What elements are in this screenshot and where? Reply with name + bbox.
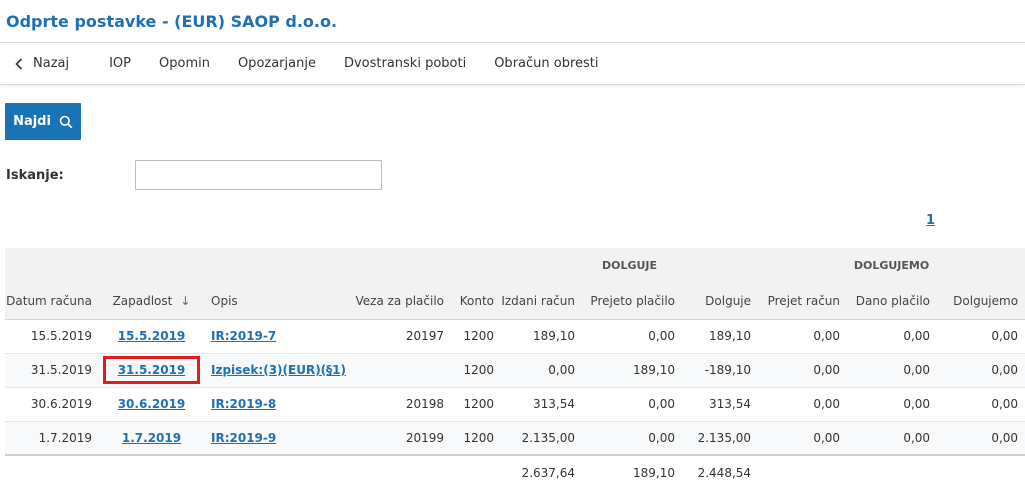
group-dolguje: DOLGUJE <box>601 259 658 272</box>
toolbar: Nazaj IOP Opomin Opozarjanje Dvostranski… <box>0 43 1025 85</box>
cell-dano: 0,00 <box>903 397 931 411</box>
col-izdani-racun[interactable]: Izdani račun <box>501 283 582 319</box>
back-label: Nazaj <box>33 56 70 71</box>
open-items-table: DOLGUJE DOLGUJEMO Datum računa Zapadlost… <box>5 248 1025 489</box>
cell-dolguje: 313,54 <box>709 397 752 411</box>
col-veza-za-placilo[interactable]: Veza za plačilo <box>349 283 451 319</box>
cell-prejet-racun: 0,00 <box>813 430 841 445</box>
opis-link[interactable]: IR:2019-9 <box>211 431 276 445</box>
opis-link[interactable]: IR:2019-8 <box>211 397 276 411</box>
tab-opozarjanje[interactable]: Opozarjanje <box>238 56 316 71</box>
table-row: 31.5.2019 31.5.2019 Izpisek:(3)(EUR)(§1)… <box>5 353 1025 387</box>
cell-prejeto: 0,00 <box>648 430 675 445</box>
col-datum-racuna[interactable]: Datum računa <box>5 283 99 319</box>
total-izdani: 2.637,64 <box>521 465 575 480</box>
zapadlost-link[interactable]: 30.6.2019 <box>118 397 186 411</box>
page-title: Odprte postavke - (EUR) SAOP d.o.o. <box>6 11 338 31</box>
cell-datum: 1.7.2019 <box>38 430 92 445</box>
cell-prejet-racun: 0,00 <box>813 397 841 411</box>
table-group-header: DOLGUJE DOLGUJEMO <box>5 248 1025 283</box>
sort-down-icon: ↓ <box>180 293 191 308</box>
search-label: Iskanje: <box>6 168 64 183</box>
table-row: 30.6.2019 30.6.2019 IR:2019-8 20198 1200… <box>5 387 1025 421</box>
highlight-box: 31.5.2019 <box>102 356 201 384</box>
group-dolgujemo: DOLGUJEMO <box>853 259 930 272</box>
search-icon <box>59 115 73 129</box>
cell-dano: 0,00 <box>903 430 931 445</box>
cell-veza: 20199 <box>405 430 444 445</box>
total-prejeto: 189,10 <box>633 465 675 480</box>
back-button[interactable]: Nazaj <box>15 56 69 71</box>
chevron-left-icon <box>15 57 23 70</box>
cell-izdani: 189,10 <box>533 329 575 343</box>
cell-dano: 0,00 <box>903 329 931 343</box>
zapadlost-link[interactable]: 31.5.2019 <box>118 363 186 377</box>
opis-link[interactable]: IR:2019-7 <box>211 329 276 343</box>
cell-konto: 1200 <box>463 397 494 411</box>
totals-row: 2.637,64 189,10 2.448,54 <box>5 455 1025 489</box>
cell-veza: 20197 <box>405 329 444 343</box>
search-input[interactable] <box>135 160 382 190</box>
cell-dolguje: 2.135,00 <box>697 430 752 445</box>
cell-dolgujemo: 0,00 <box>991 363 1019 377</box>
col-dano-placilo[interactable]: Dano plačilo <box>847 283 937 319</box>
cell-dolgujemo: 0,00 <box>991 329 1019 343</box>
cell-dolgujemo: 0,00 <box>991 430 1019 445</box>
cell-veza <box>349 353 451 387</box>
cell-datum: 31.5.2019 <box>30 363 92 377</box>
col-konto[interactable]: Konto <box>451 283 501 319</box>
cell-dano: 0,00 <box>903 363 931 377</box>
col-dolgujemo[interactable]: Dolgujemo <box>937 283 1025 319</box>
cell-prejet-racun: 0,00 <box>813 329 841 343</box>
cell-datum: 30.6.2019 <box>30 397 92 411</box>
cell-prejeto: 189,10 <box>633 363 675 377</box>
cell-prejeto: 0,00 <box>648 397 675 411</box>
col-prejeto-placilo[interactable]: Prejeto plačilo <box>582 283 682 319</box>
col-prejet-racun[interactable]: Prejet račun <box>758 283 847 319</box>
cell-datum: 15.5.2019 <box>30 329 92 343</box>
table-header: Datum računa Zapadlost ↓ Opis Veza za pla… <box>5 283 1025 319</box>
tab-obracun-obresti[interactable]: Obračun obresti <box>494 56 598 71</box>
zapadlost-link[interactable]: 1.7.2019 <box>122 431 181 445</box>
cell-prejet-racun: 0,00 <box>813 363 841 377</box>
cell-dolguje: 189,10 <box>709 329 752 343</box>
total-dolguje: 2.448,54 <box>697 465 752 480</box>
table-row: 1.7.2019 1.7.2019 IR:2019-9 20199 1200 2… <box>5 421 1025 455</box>
col-zapadlost[interactable]: Zapadlost ↓ <box>99 283 204 319</box>
col-opis[interactable]: Opis <box>204 283 349 319</box>
tab-dvostranski-poboti[interactable]: Dvostranski poboti <box>344 56 466 71</box>
col-zapadlost-label: Zapadlost <box>112 293 173 308</box>
pager-page-1[interactable]: 1 <box>926 213 935 228</box>
tab-opomin[interactable]: Opomin <box>159 56 210 71</box>
find-button[interactable]: Najdi <box>5 103 81 140</box>
cell-izdani: 313,54 <box>533 397 575 411</box>
cell-konto: 1200 <box>463 430 494 445</box>
cell-veza: 20198 <box>405 397 444 411</box>
cell-konto: 1200 <box>463 363 494 377</box>
title-bar: Odprte postavke - (EUR) SAOP d.o.o. <box>0 0 1025 43</box>
cell-prejeto: 0,00 <box>648 329 675 343</box>
cell-konto: 1200 <box>463 329 494 343</box>
zapadlost-link[interactable]: 15.5.2019 <box>118 329 186 343</box>
cell-izdani: 2.135,00 <box>521 430 575 445</box>
table-row: 15.5.2019 15.5.2019 IR:2019-7 20197 1200… <box>5 319 1025 353</box>
cell-dolgujemo: 0,00 <box>991 397 1019 411</box>
cell-dolguje: -189,10 <box>704 363 752 377</box>
cell-izdani: 0,00 <box>548 363 575 377</box>
find-button-label: Najdi <box>13 114 51 129</box>
col-dolguje[interactable]: Dolguje <box>682 283 758 319</box>
opis-link[interactable]: Izpisek:(3)(EUR)(§1) <box>211 363 346 377</box>
tab-iop[interactable]: IOP <box>109 56 131 71</box>
